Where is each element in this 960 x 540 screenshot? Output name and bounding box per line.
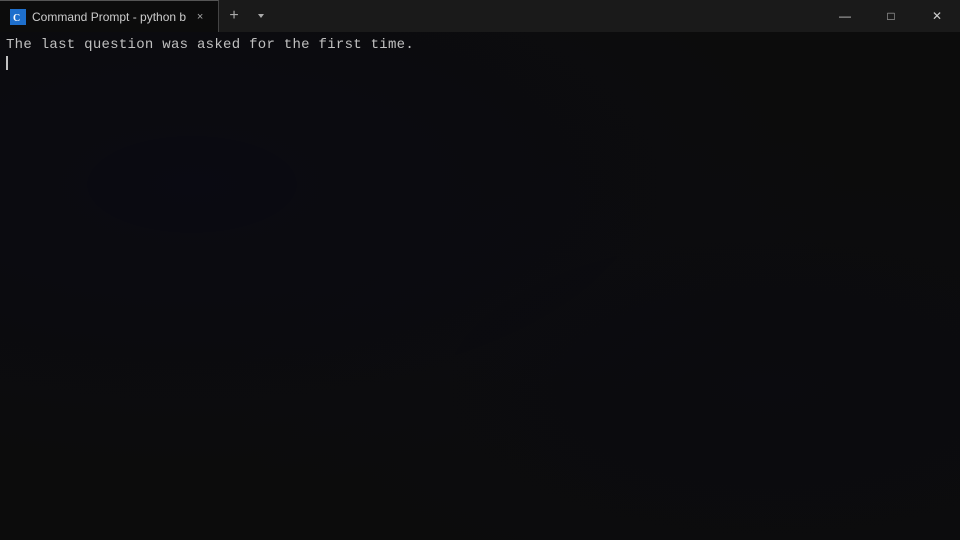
active-tab[interactable]: C Command Prompt - python b × (0, 0, 219, 32)
terminal-cursor (6, 56, 8, 70)
terminal-area[interactable]: The last question was asked for the firs… (0, 32, 960, 540)
terminal-cursor-line (6, 56, 954, 70)
tab-icon: C (10, 9, 26, 25)
close-button[interactable]: ✕ (914, 0, 960, 32)
minimize-button[interactable]: — (822, 0, 868, 32)
new-tab-button[interactable]: + (219, 0, 249, 32)
title-bar: C Command Prompt - python b × + — □ ✕ (0, 0, 960, 32)
tab-label: Command Prompt - python b (32, 10, 186, 24)
tab-close-button[interactable]: × (192, 9, 208, 25)
maximize-button[interactable]: □ (868, 0, 914, 32)
terminal-output-line: The last question was asked for the firs… (6, 36, 954, 56)
tab-strip: C Command Prompt - python b × + (0, 0, 822, 32)
tab-dropdown-button[interactable] (249, 0, 273, 32)
window-controls: — □ ✕ (822, 0, 960, 32)
svg-text:C: C (13, 13, 20, 24)
